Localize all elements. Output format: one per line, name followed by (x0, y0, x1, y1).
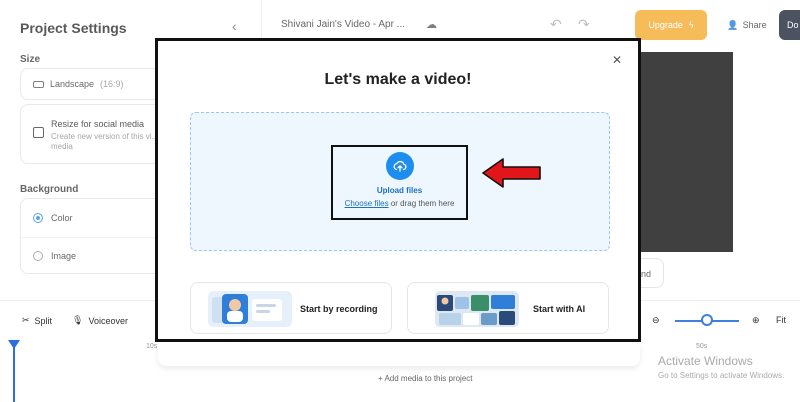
start-by-recording-card[interactable]: Start by recording (190, 282, 392, 334)
playhead[interactable] (13, 340, 15, 402)
upload-hint: Choose files or drag them here (331, 199, 468, 208)
playhead-handle[interactable] (8, 340, 20, 349)
microphone-icon: 🎙 (72, 315, 84, 325)
split-button[interactable]: ✂ Split (22, 315, 52, 326)
upload-cloud-icon[interactable] (386, 152, 414, 180)
modal-footer (158, 342, 640, 366)
upload-files-label: Upload files (376, 186, 423, 195)
modal-title: Let's make a video! (324, 71, 472, 88)
annotation-arrow-icon (482, 158, 541, 188)
scissors-icon: ✂ (22, 315, 30, 325)
ai-thumbnail (435, 291, 519, 327)
voiceover-button[interactable]: 🎙 Voiceover (72, 315, 128, 326)
zoom-in-icon[interactable]: ⊕ (752, 315, 760, 326)
voiceover-label: Voiceover (88, 315, 128, 326)
zoom-slider-handle[interactable] (701, 314, 713, 326)
add-media-link[interactable]: + Add media to this project (378, 374, 473, 383)
drag-hint-text: or drag them here (388, 199, 455, 208)
split-label: Split (34, 315, 53, 326)
start-with-ai-card[interactable]: Start with AI (407, 282, 609, 334)
recording-label: Start by recording (300, 304, 378, 314)
ruler-tick: 10s (146, 343, 158, 350)
ruler-tick: 50s (696, 343, 708, 350)
recording-thumbnail (208, 291, 292, 327)
watermark-title: Activate Windows (658, 354, 753, 368)
ai-label: Start with AI (533, 304, 586, 314)
watermark-subtitle: Go to Settings to activate Windows. (658, 371, 785, 380)
choose-files-link[interactable]: Choose files (345, 199, 389, 208)
fit-label: Fit (776, 315, 786, 325)
fit-button[interactable]: Fit (776, 315, 786, 325)
zoom-out-icon[interactable]: ⊖ (652, 315, 660, 326)
close-icon[interactable]: ✕ (612, 53, 622, 67)
